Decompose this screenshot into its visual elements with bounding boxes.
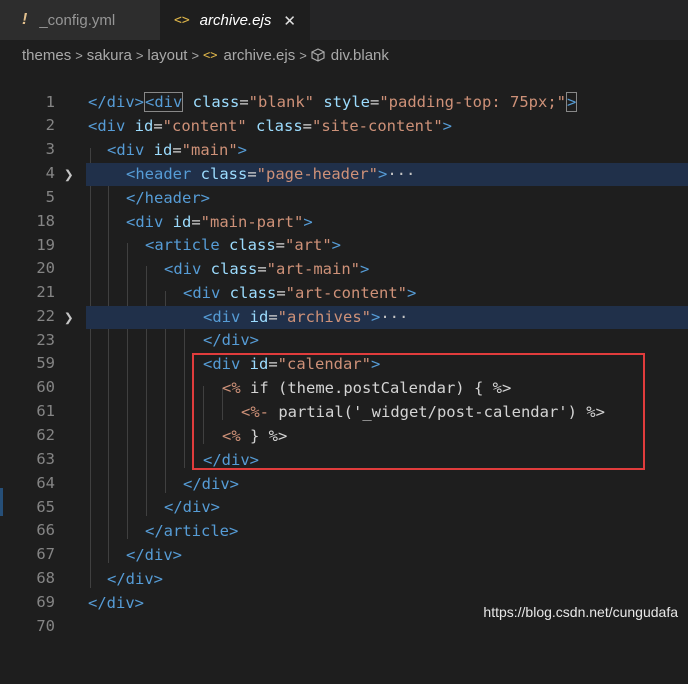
breadcrumb-item-layout[interactable]: layout (147, 47, 187, 64)
tag-open: <div (203, 308, 241, 326)
tag-open: <header (126, 165, 192, 183)
chevron-right-icon: > (75, 47, 83, 63)
attribute-name: class (219, 236, 276, 254)
tag-close: </div> (88, 594, 144, 612)
attribute-name: id (144, 141, 173, 159)
line-number: 70 (36, 617, 55, 635)
code-file-icon: <> (174, 13, 190, 28)
code-line[interactable]: 67 </article> (0, 520, 688, 563)
tag-close: > (237, 141, 248, 159)
folded-ellipsis-icon[interactable]: ··· (380, 308, 408, 326)
chevron-right-icon: > (299, 47, 307, 63)
attribute-value: "page-header" (256, 165, 378, 183)
code-line[interactable]: 21 <div class="art-main"> (0, 258, 688, 301)
code-line[interactable]: 59 </div> (0, 329, 688, 372)
attribute-name: id (125, 117, 154, 135)
close-icon[interactable]: ✕ (283, 12, 296, 30)
tab-label: _config.yml (39, 11, 116, 29)
tag-close: > (331, 236, 342, 254)
code-line[interactable]: 65 </div> (0, 473, 688, 516)
tag-open: <article (145, 236, 220, 254)
tag-close: </div> (164, 498, 220, 516)
equals: = (153, 117, 163, 135)
tag-close: > (407, 284, 417, 302)
cube-symbol-icon (311, 48, 325, 62)
code-line[interactable]: 4 <div id="main"> (0, 139, 688, 182)
code-line[interactable]: 1 <div class="blank" style="padding-top:… (0, 68, 688, 112)
attribute-name: id (240, 308, 269, 326)
tag-open: <div (88, 117, 126, 135)
tab-label: archive.ejs (199, 12, 272, 29)
equals: = (191, 213, 201, 231)
attribute-name: class (220, 284, 277, 302)
folded-ellipsis-icon[interactable]: ··· (387, 165, 415, 183)
tag-close: </div> (203, 331, 259, 349)
tag-open: <div (183, 284, 221, 302)
equals: = (276, 284, 286, 302)
code-line[interactable]: 2 </div> (0, 91, 688, 134)
breadcrumb-item-sakura[interactable]: sakura (87, 47, 132, 64)
tag-open: <div (126, 213, 164, 231)
tab-bar: ! _config.yml <> archive.ejs ✕ (0, 0, 688, 40)
tag-open: <div (107, 141, 145, 159)
code-editor[interactable]: 1 <div class="blank" style="padding-top:… (0, 68, 688, 635)
highlight-annotation-box (192, 353, 645, 470)
tag-close: > (371, 308, 381, 326)
code-line[interactable]: 68 </div> (0, 544, 688, 587)
code-line[interactable]: 69 </div> (0, 568, 688, 611)
code-line[interactable]: 23 ❯ <div id="archives">··· (0, 306, 688, 349)
breadcrumb-item-archive-ejs[interactable]: archive.ejs (224, 47, 296, 64)
tag-close: > (378, 165, 388, 183)
attribute-value: "art-content" (285, 284, 407, 302)
equals: = (257, 260, 267, 278)
tag-close: </div> (126, 546, 182, 564)
tag-close: </div> (88, 93, 144, 111)
attribute-value: "content" (162, 117, 247, 135)
code-line[interactable]: 3 <div id="content" class="site-content"… (0, 115, 688, 158)
attribute-value: "archives" (277, 308, 371, 326)
attribute-value: "main" (181, 141, 238, 159)
tab-archive-ejs[interactable]: <> archive.ejs ✕ (160, 0, 310, 40)
breadcrumb: themes > sakura > layout > <> archive.ej… (0, 40, 688, 70)
chevron-right-icon: > (135, 47, 144, 63)
tag-close: > (360, 260, 370, 278)
attribute-name: class (246, 117, 303, 135)
code-line[interactable]: 5 ❯ <header class="page-header">··· (0, 163, 688, 206)
tag-open: <div (164, 260, 202, 278)
attribute-value: "main-part" (200, 213, 304, 231)
fold-chevron-right-icon[interactable]: ❯ (64, 163, 74, 186)
tab-config-yml[interactable]: ! _config.yml (0, 0, 160, 40)
fold-chevron-right-icon[interactable]: ❯ (64, 306, 74, 329)
tag-close: </article> (145, 522, 239, 540)
code-line[interactable]: 66 </div> (0, 496, 688, 539)
code-line[interactable]: 22 <div class="art-content"> (0, 282, 688, 325)
tag-close: > (303, 213, 313, 231)
watermark: https://blog.csdn.net/cungudafa (483, 604, 678, 620)
attribute-value: "art-main" (266, 260, 360, 278)
attribute-value: "site-content" (312, 117, 443, 135)
attribute-name: id (163, 213, 192, 231)
equals: = (247, 165, 257, 183)
equals: = (275, 236, 285, 254)
breadcrumb-item-div-blank[interactable]: div.blank (331, 47, 389, 64)
equals: = (268, 308, 278, 326)
tag-close: > (442, 117, 453, 135)
attribute-name: class (201, 260, 258, 278)
equals: = (302, 117, 313, 135)
chevron-right-icon: > (191, 47, 200, 63)
gutter-marker (0, 488, 3, 516)
yaml-file-icon: ! (22, 11, 28, 28)
tag-close: </div> (183, 475, 239, 493)
code-line[interactable]: 19 <div id="main-part"> (0, 211, 688, 254)
attribute-name: class (191, 165, 248, 183)
breadcrumb-item-themes[interactable]: themes (22, 47, 71, 64)
code-line[interactable]: 20 <article class="art"> (0, 234, 688, 277)
attribute-value: "art" (285, 236, 332, 254)
code-line[interactable]: 18 </header> (0, 187, 688, 230)
tag-close: </div> (107, 570, 163, 588)
equals: = (172, 141, 182, 159)
tag-close: </header> (126, 189, 210, 207)
code-file-icon: <> (203, 48, 218, 62)
